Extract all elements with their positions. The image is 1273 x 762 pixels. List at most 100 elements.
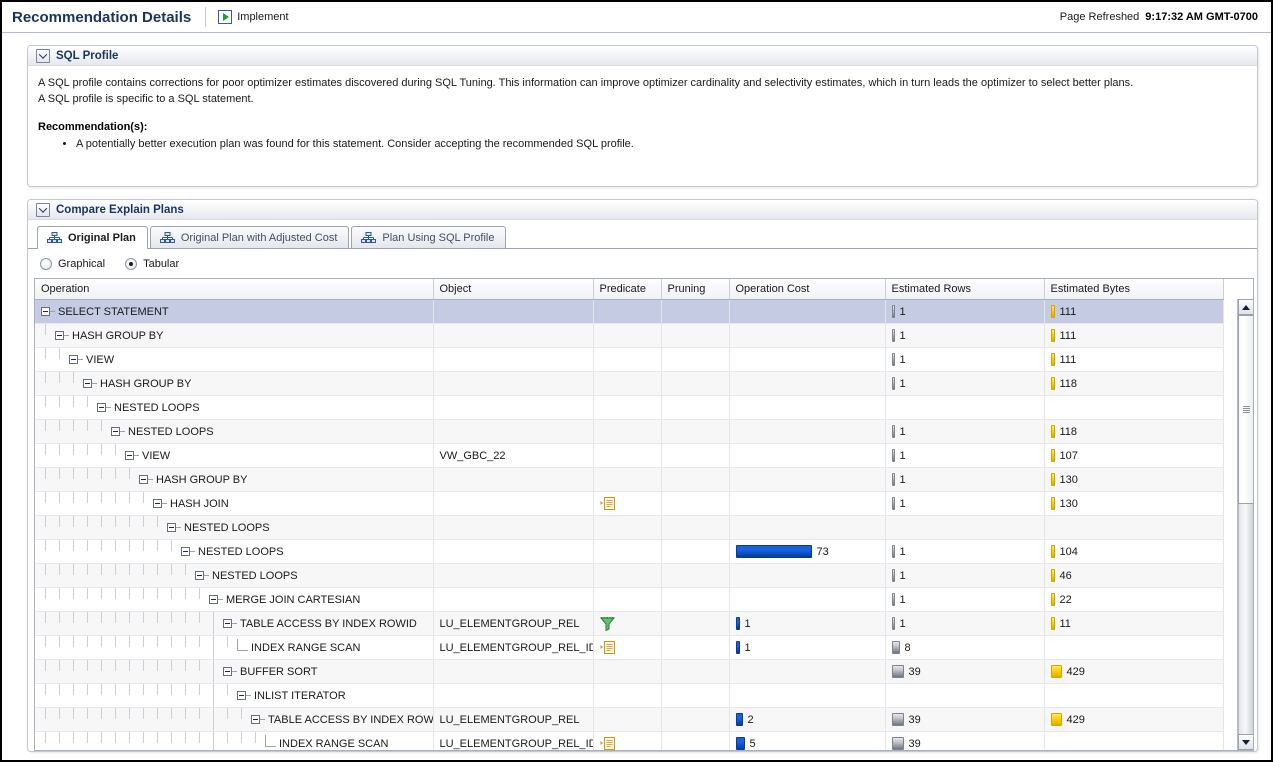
table-row[interactable]: HASH GROUP BY1111 (35, 324, 1223, 348)
table-row[interactable]: HASH GROUP BY 1130 (35, 468, 1223, 492)
cell-predicate (593, 468, 661, 492)
table-row[interactable]: INLIST ITERATOR (35, 684, 1223, 708)
table-row[interactable]: HASH JOIN1130 (35, 492, 1223, 516)
tree-expander-icon[interactable] (97, 403, 106, 412)
cell-operation: HASH GROUP BY (35, 468, 433, 492)
table-row[interactable]: VIEWVW_GBC_221107 (35, 444, 1223, 468)
table-row[interactable]: TABLE ACCESS BY INDEX ROWIDLU_ELEMENTGRO… (35, 612, 1223, 636)
page-header: Recommendation Details Implement Page Re… (2, 2, 1271, 33)
table-row[interactable]: NESTED LOOPS731104 (35, 540, 1223, 564)
cell-operation-cost (729, 564, 885, 588)
scroll-up-arrow-icon[interactable] (1238, 299, 1254, 315)
cell-pruning (661, 492, 729, 516)
radio-label: Graphical (58, 258, 105, 270)
table-row[interactable]: HASH GROUP BY1118 (35, 372, 1223, 396)
cell-predicate (593, 588, 661, 612)
cell-object (433, 660, 593, 684)
value-label: 111 (1060, 354, 1077, 366)
tab-plan-using-sql-profile[interactable]: Plan Using SQL Profile (351, 226, 506, 248)
chevron-down-icon[interactable] (36, 49, 50, 63)
tree-expander-icon[interactable] (55, 331, 64, 340)
radio-button[interactable] (125, 258, 137, 270)
tree-elbow (134, 455, 139, 456)
radio-button[interactable] (40, 258, 52, 270)
cell-pruning (661, 732, 729, 752)
cell-operation: VIEW (35, 444, 433, 468)
cell-pruning (661, 444, 729, 468)
cell-object: LU_ELEMENTGROUP_REL (433, 612, 593, 636)
cell-estimated-bytes: 118 (1044, 372, 1223, 396)
column-header-estimated-bytes[interactable]: Estimated Bytes (1044, 279, 1223, 300)
table-row[interactable]: BUFFER SORT39429 (35, 660, 1223, 684)
table-row[interactable]: SELECT STATEMENT1111 (35, 300, 1223, 324)
tree-expander-icon[interactable] (223, 667, 232, 676)
column-header-object[interactable]: Object (433, 279, 593, 300)
table-row[interactable]: INDEX RANGE SCANLU_ELEMENTGROUP_REL_IDX1… (35, 732, 1223, 752)
table-row[interactable]: INDEX RANGE SCANLU_ELEMENTGROUP_REL_IDX1… (35, 636, 1223, 660)
tree-expander-icon[interactable] (195, 571, 204, 580)
table-row[interactable]: NESTED LOOPS1118 (35, 420, 1223, 444)
cell-pruning (661, 300, 729, 324)
value-label: 104 (1060, 546, 1078, 558)
table-row[interactable]: NESTED LOOPS146 (35, 564, 1223, 588)
table-vertical-scrollbar[interactable] (1237, 299, 1253, 750)
tree-expander-icon[interactable] (139, 475, 148, 484)
cell-object (433, 324, 593, 348)
tree-expander-icon[interactable] (153, 499, 162, 508)
value-bar (892, 473, 895, 486)
compare-explain-plans-title: Compare Explain Plans (56, 204, 184, 216)
tab-original-plan-with-adjusted-cost[interactable]: Original Plan with Adjusted Cost (150, 226, 350, 248)
chevron-down-icon[interactable] (36, 203, 50, 217)
tree-expander-icon[interactable] (167, 523, 176, 532)
compare-explain-plans-panel-header: Compare Explain Plans (28, 200, 1257, 220)
predicate-note-icon[interactable] (600, 737, 655, 750)
column-header-pruning[interactable]: Pruning (661, 279, 729, 300)
cell-estimated-bytes: 130 (1044, 468, 1223, 492)
scrollbar-thumb[interactable] (1238, 315, 1254, 504)
scroll-down-arrow-icon[interactable] (1238, 734, 1254, 750)
value-label: 1 (900, 450, 906, 462)
column-header-operation-cost[interactable]: Operation Cost (729, 279, 885, 300)
tree-expander-icon[interactable] (69, 355, 78, 364)
radio-tabular[interactable]: Tabular (125, 258, 179, 270)
tree-expander-icon[interactable] (251, 715, 260, 724)
table-row[interactable]: NESTED LOOPS (35, 516, 1223, 540)
cell-operation: TABLE ACCESS BY INDEX ROWID BATCHED (35, 708, 433, 732)
tree-expander-icon[interactable] (111, 427, 120, 436)
scrollbar-lower-track[interactable] (1238, 504, 1254, 734)
predicate-note-icon[interactable] (600, 497, 655, 510)
tree-expander-icon[interactable] (209, 595, 218, 604)
predicate-note-icon[interactable] (600, 641, 655, 654)
tree-expander-icon[interactable] (125, 451, 134, 460)
radio-graphical[interactable]: Graphical (40, 258, 105, 270)
tree-elbow (162, 503, 167, 504)
radio-label: Tabular (143, 258, 179, 270)
scrollbar-track[interactable] (1238, 315, 1254, 734)
column-header-operation[interactable]: Operation (35, 279, 433, 300)
table-row[interactable]: VIEW1111 (35, 348, 1223, 372)
cell-predicate (593, 660, 661, 684)
cell-object (433, 540, 593, 564)
cell-predicate (593, 300, 661, 324)
table-row[interactable]: NESTED LOOPS (35, 396, 1223, 420)
cell-estimated-rows: 1 (885, 468, 1044, 492)
table-row[interactable]: TABLE ACCESS BY INDEX ROWID BATCHEDLU_EL… (35, 708, 1223, 732)
cell-operation: BUFFER SORT (35, 660, 433, 684)
tree-expander-icon[interactable] (237, 691, 246, 700)
cell-estimated-bytes: 429 (1044, 660, 1223, 684)
cell-object (433, 588, 593, 612)
tree-expander-icon[interactable] (181, 547, 190, 556)
table-row[interactable]: MERGE JOIN CARTESIAN122 (35, 588, 1223, 612)
tab-original-plan[interactable]: Original Plan (37, 226, 148, 249)
implement-button[interactable]: Implement (218, 10, 288, 24)
cell-predicate (593, 636, 661, 660)
column-header-estimated-rows[interactable]: Estimated Rows (885, 279, 1044, 300)
tree-expander-icon[interactable] (223, 619, 232, 628)
cell-object: LU_ELEMENTGROUP_REL_IDX1 (433, 636, 593, 660)
tree-expander-icon[interactable] (41, 307, 50, 316)
predicate-filter-icon[interactable] (600, 617, 655, 631)
value-label: 1 (900, 354, 906, 366)
tree-expander-icon[interactable] (83, 379, 92, 388)
tree-elbow (78, 359, 83, 360)
column-header-predicate[interactable]: Predicate (593, 279, 661, 300)
